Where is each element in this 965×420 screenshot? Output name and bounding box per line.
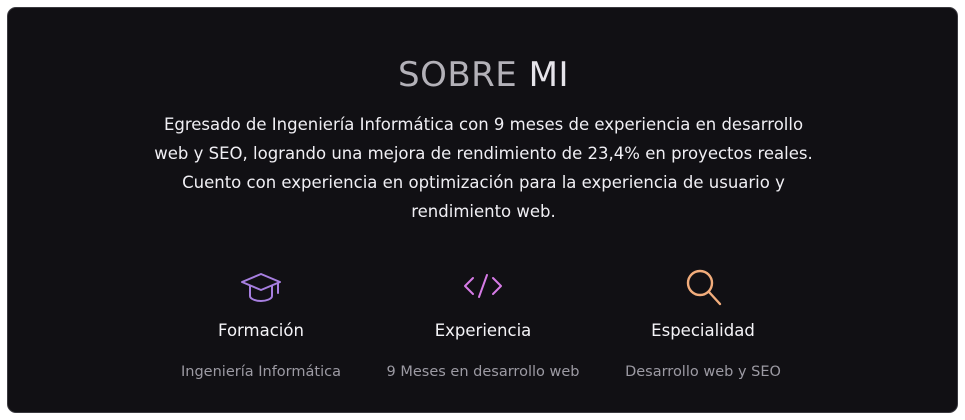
section-title: SOBRE MI	[8, 55, 959, 95]
about-description: Egresado de Ingeniería Informática con 9…	[154, 115, 813, 221]
feature-formacion: Formación Ingeniería Informática	[146, 266, 376, 382]
feature-title: Especialidad	[651, 321, 755, 340]
section-title-word-2: MI	[528, 55, 569, 95]
feature-title: Experiencia	[434, 321, 532, 340]
feature-description: Ingeniería Informática	[181, 364, 341, 380]
search-icon	[686, 269, 722, 306]
code-icon	[464, 274, 502, 298]
feature-description: 9 Meses en desarrollo web	[386, 364, 580, 380]
feature-title: Formación	[218, 321, 304, 340]
about-section: SOBRE MI Egresado de Ingeniería Informát…	[7, 7, 958, 413]
section-title-word-1: SOBRE	[398, 55, 518, 95]
feature-description: Desarrollo web y SEO	[625, 364, 781, 380]
feature-especialidad: Especialidad Desarrollo web y SEO	[588, 266, 818, 382]
graduation-cap-icon	[241, 273, 281, 302]
feature-experiencia: Experiencia 9 Meses en desarrollo web	[368, 266, 598, 382]
